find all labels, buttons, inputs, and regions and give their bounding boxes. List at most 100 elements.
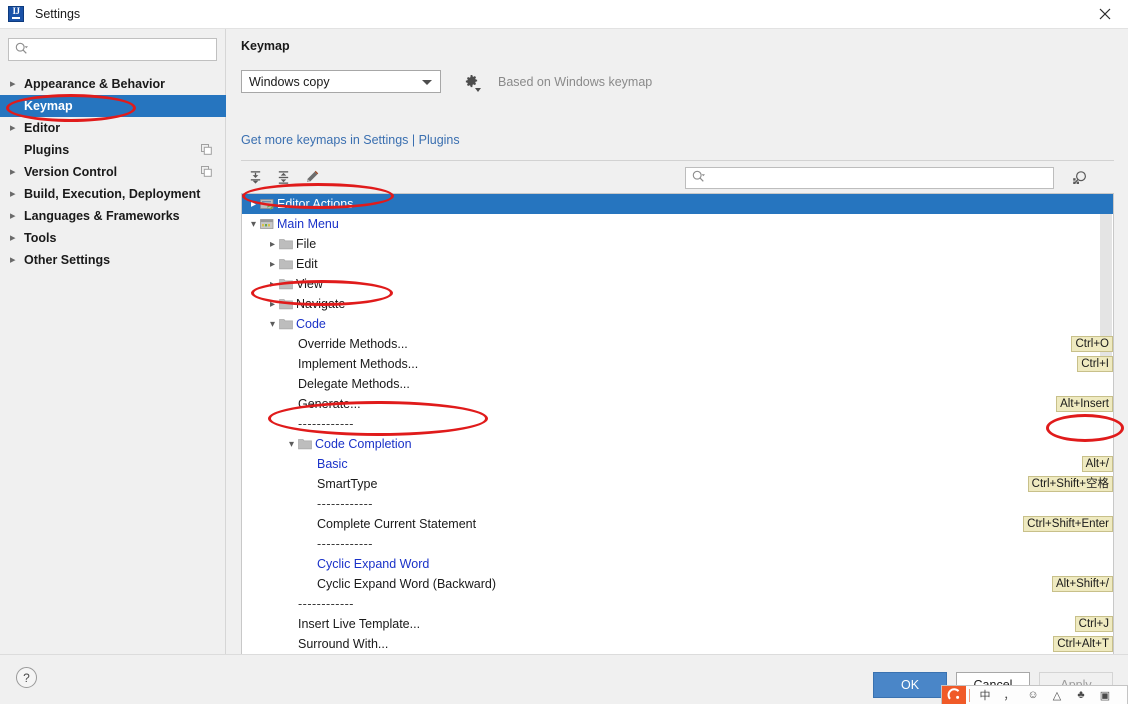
sidebar-item-editor[interactable]: ▸ Editor [0,117,226,139]
sidebar-item-version-control[interactable]: ▸ Version Control [0,161,226,183]
shortcut-badge[interactable]: Alt+Insert [1056,396,1113,412]
chevron-right-icon[interactable]: ▸ [10,122,24,134]
copy-settings-icon[interactable] [201,166,212,177]
tree-row-label: Override Methods... [298,337,408,351]
chevron-right-icon[interactable]: ▸ [10,210,24,222]
tree-row[interactable]: Basic Alt+/ [242,454,1113,474]
sidebar-nav-list: ▸ Appearance & Behavior Keymap ▸ Editor Plugi… [0,73,226,271]
window-title: Settings [35,7,81,21]
sidebar-search-input[interactable] [31,41,191,58]
panel-icon[interactable]: ▣ [1093,686,1117,704]
sidebar-item-label: Version Control [24,165,118,179]
chevron-right-icon[interactable]: ▸ [10,188,24,200]
keymap-tree[interactable]: ▸ Editor Actions ▾ Main Menu ▸ File ▸ Edit ▸ View… [241,193,1114,661]
chevron-right-icon[interactable]: ▸ [266,239,279,250]
sidebar-item-plugins[interactable]: Plugins [0,139,226,161]
chevron-down-icon[interactable]: ▾ [285,439,298,450]
tree-row[interactable]: SmartType Ctrl+Shift+空格 [242,474,1113,494]
chevron-right-icon[interactable]: ▸ [10,78,24,90]
tree-row[interactable]: ▾ Main Menu [242,214,1113,234]
tree-row-label: Code Completion [315,437,412,451]
collapse-all-icon[interactable] [272,166,294,188]
ime-item-list: 中， ☺ △ ♣ ▣ [973,686,1117,704]
tree-row[interactable]: ▸ View [242,274,1113,294]
keymap-search-input[interactable] [708,170,1028,186]
ok-button[interactable]: OK [873,672,947,698]
expand-all-icon[interactable] [244,166,266,188]
tree-row[interactable]: ▸ File [242,234,1113,254]
sogou-ime-toolbar[interactable]: 中， ☺ △ ♣ ▣ [941,685,1128,704]
chevron-right-icon[interactable]: ▸ [10,166,24,178]
tree-row[interactable]: Surround With... Ctrl+Alt+T [242,634,1113,654]
tree-row[interactable]: Delegate Methods... [242,374,1113,394]
tree-row-label: Cyclic Expand Word [317,557,430,571]
sidebar-item-label: Languages & Frameworks [24,209,180,223]
tree-row[interactable]: ▾ Code [242,314,1113,334]
tree-row[interactable]: ▸ Navigate [242,294,1113,314]
folder-icon [279,258,296,270]
tree-row[interactable]: Cyclic Expand Word [242,554,1113,574]
pencil-edit-icon[interactable] [300,166,322,188]
sidebar-item-other-settings[interactable]: ▸ Other Settings [0,249,226,271]
shortcut-badge[interactable]: Ctrl+O [1071,336,1113,352]
chevron-right-icon[interactable]: ▸ [266,299,279,310]
sidebar-item-label: Editor [24,121,61,135]
shortcut-badge[interactable]: Ctrl+J [1074,616,1113,632]
sogou-ime-logo-icon[interactable] [942,686,966,704]
tree-row[interactable]: Implement Methods... Ctrl+I [242,354,1113,374]
search-icon [692,170,705,186]
tree-separator-row: ------------ [242,534,1113,554]
sidebar-item-languages-frameworks[interactable]: ▸ Languages & Frameworks [0,205,226,227]
chevron-down-icon[interactable]: ▾ [266,319,279,330]
shortcut-badge[interactable]: Ctrl+Shift+空格 [1027,476,1113,492]
tree-row[interactable]: Insert Live Template... Ctrl+J [242,614,1113,634]
chevron-right-icon[interactable]: ▸ [10,254,24,266]
sidebar-item-label: Appearance & Behavior [24,77,166,91]
chevron-right-icon[interactable]: ▸ [266,259,279,270]
tree-separator-label: ------------ [298,417,354,431]
tree-row-label: SmartType [317,477,378,491]
keymap-search-box[interactable] [685,167,1054,189]
shortcut-badge[interactable]: Ctrl+Shift+Enter [1023,516,1113,532]
tree-row[interactable]: ▸ Editor Actions [242,194,1113,214]
find-by-shortcut-icon[interactable] [1067,165,1093,191]
shortcut-badge[interactable]: Alt+Shift+/ [1051,576,1113,592]
settings-sidebar: ▸ Appearance & Behavior Keymap ▸ Editor Plugi… [0,29,226,654]
get-more-keymaps-link[interactable]: Get more keymaps in Settings | Plugins [241,133,460,147]
voice-input-icon[interactable]: ♣ [1069,686,1093,704]
punctuation-mode-icon[interactable]: ， [997,686,1021,704]
tree-row[interactable]: ▾ Code Completion [242,434,1113,454]
tree-separator-row: ------------ [242,594,1113,614]
help-button[interactable]: ? [16,667,37,688]
shortcut-badge[interactable]: Ctrl+I [1077,356,1113,372]
shortcut-badge[interactable]: Ctrl+Alt+T [1053,636,1113,652]
close-icon[interactable] [1082,0,1128,28]
sidebar-item-tools[interactable]: ▸ Tools [0,227,226,249]
copy-settings-icon[interactable] [201,144,212,155]
shortcut-badge[interactable]: Alt+/ [1081,456,1113,472]
tree-row[interactable]: Override Methods... Ctrl+O [242,334,1113,354]
chevron-down-icon [422,80,432,85]
chevron-right-icon[interactable]: ▸ [10,232,24,244]
tree-row-label: Navigate [296,297,346,311]
gear-icon[interactable] [460,71,482,93]
tree-row[interactable]: Generate... Alt+Insert [242,394,1113,414]
chinese-english-toggle-icon[interactable]: 中 [973,686,997,704]
folder-icon [298,438,315,450]
chevron-right-icon[interactable]: ▸ [266,279,279,290]
sidebar-item-appearance-behavior[interactable]: ▸ Appearance & Behavior [0,73,226,95]
chevron-down-icon[interactable]: ▾ [247,219,260,230]
tree-row-label: Insert Live Template... [298,617,421,631]
sidebar-item-build-execution-deployment[interactable]: ▸ Build, Execution, Deployment [0,183,226,205]
tree-row[interactable]: ▸ Edit [242,254,1113,274]
toolbox-icon[interactable]: △ [1045,686,1069,704]
chevron-right-icon[interactable]: ▸ [247,199,260,210]
tree-row[interactable]: Complete Current Statement Ctrl+Shift+Ent… [242,514,1113,534]
sidebar-search-box[interactable] [8,38,217,61]
emoji-icon[interactable]: ☺ [1021,686,1045,704]
tree-row[interactable]: Cyclic Expand Word (Backward) Alt+Shift+/ [242,574,1113,594]
sidebar-item-keymap[interactable]: Keymap [0,95,226,117]
editor-actions-icon [260,198,277,210]
tree-separator-row: ------------ [242,494,1113,514]
keymap-select[interactable]: Windows copy [241,70,441,93]
